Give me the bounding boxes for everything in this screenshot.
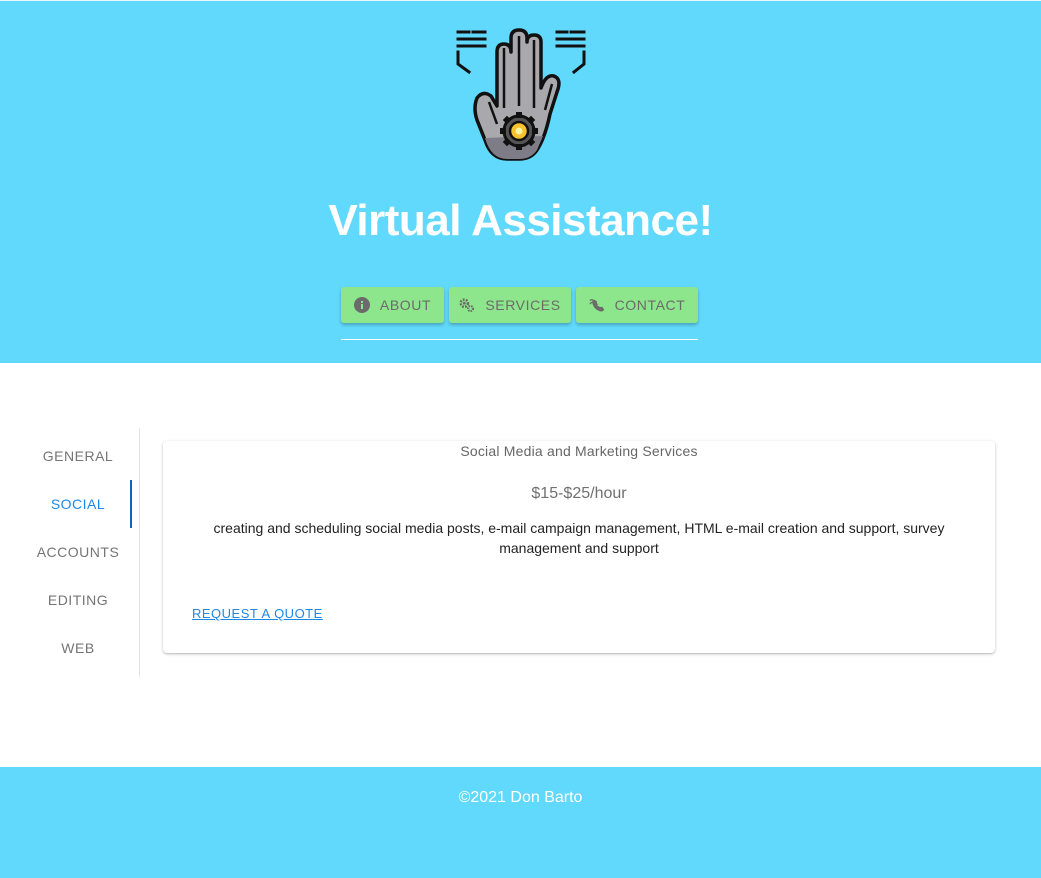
site-title: Virtual Assistance!	[328, 196, 713, 245]
signal-phone-icon	[588, 297, 605, 313]
about-button[interactable]: ABOUT	[341, 287, 444, 323]
contact-label: CONTACT	[614, 297, 686, 313]
about-label: ABOUT	[379, 297, 432, 313]
services-button[interactable]: SERVICES	[449, 287, 571, 323]
tab-accounts[interactable]: ACCOUNTS	[0, 528, 156, 576]
active-tab-indicator	[130, 480, 132, 528]
request-quote-link[interactable]: REQUEST A QUOTE	[192, 606, 323, 621]
tab-general[interactable]: GENERAL	[0, 432, 156, 480]
tab-web[interactable]: WEB	[0, 624, 156, 672]
card-subtitle: Social Media and Marketing Services	[460, 443, 698, 459]
main-nav: ABOUT SERVICES CONTACT	[341, 287, 698, 323]
header: Virtual Assistance! ABOUT SERVICES CONTA…	[0, 0, 1041, 363]
service-tabs: GENERAL SOCIAL ACCOUNTS EDITING WEB	[0, 428, 140, 677]
service-card: Social Media and Marketing Services $15-…	[163, 441, 995, 653]
nav-divider	[341, 339, 698, 340]
tab-social[interactable]: SOCIAL	[0, 480, 156, 528]
copyright-text: ©2021 Don Barto	[458, 789, 583, 806]
gears-icon	[459, 297, 475, 313]
tab-editing[interactable]: EDITING	[0, 576, 156, 624]
footer: ©2021 Don Barto	[0, 767, 1041, 878]
robot-hand-gear-icon	[455, 28, 587, 162]
card-description: creating and scheduling social media pos…	[213, 520, 945, 556]
contact-button[interactable]: CONTACT	[576, 287, 698, 323]
services-label: SERVICES	[485, 297, 561, 313]
card-price: $15-$25/hour	[531, 485, 627, 502]
info-icon	[353, 297, 370, 313]
